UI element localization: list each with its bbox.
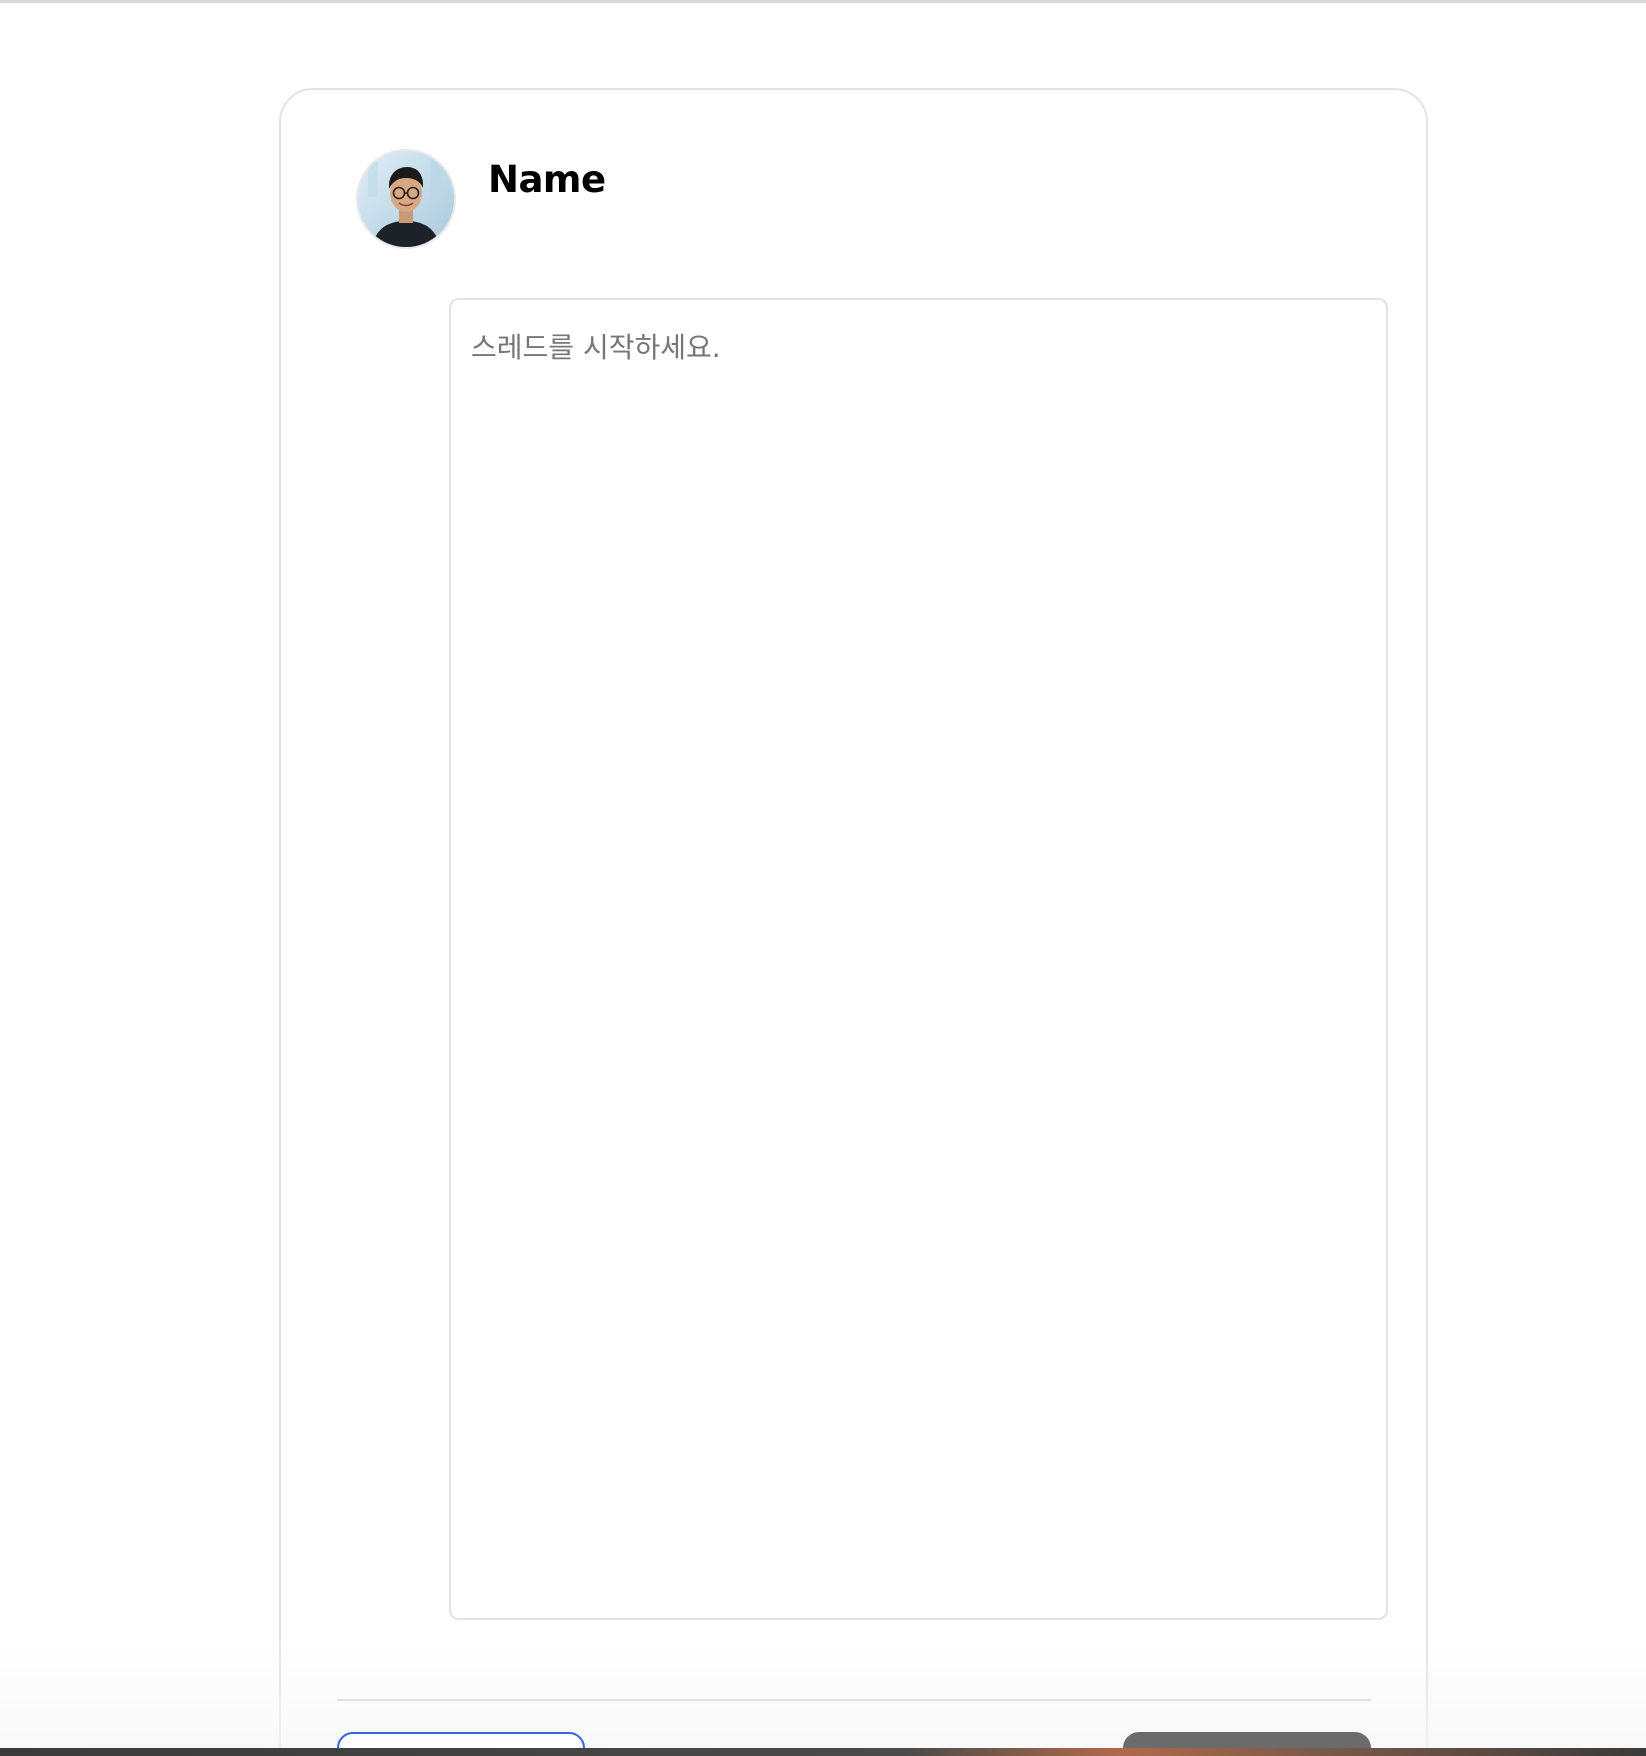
author-name: Name (488, 158, 606, 201)
avatar (356, 149, 456, 249)
window-bottom-edge (0, 1748, 1646, 1756)
top-divider (0, 0, 1646, 3)
thread-text-input[interactable] (449, 298, 1388, 1620)
footer-divider (337, 1699, 1371, 1701)
user-avatar-icon (358, 151, 454, 247)
page: Name (0, 0, 1646, 1756)
